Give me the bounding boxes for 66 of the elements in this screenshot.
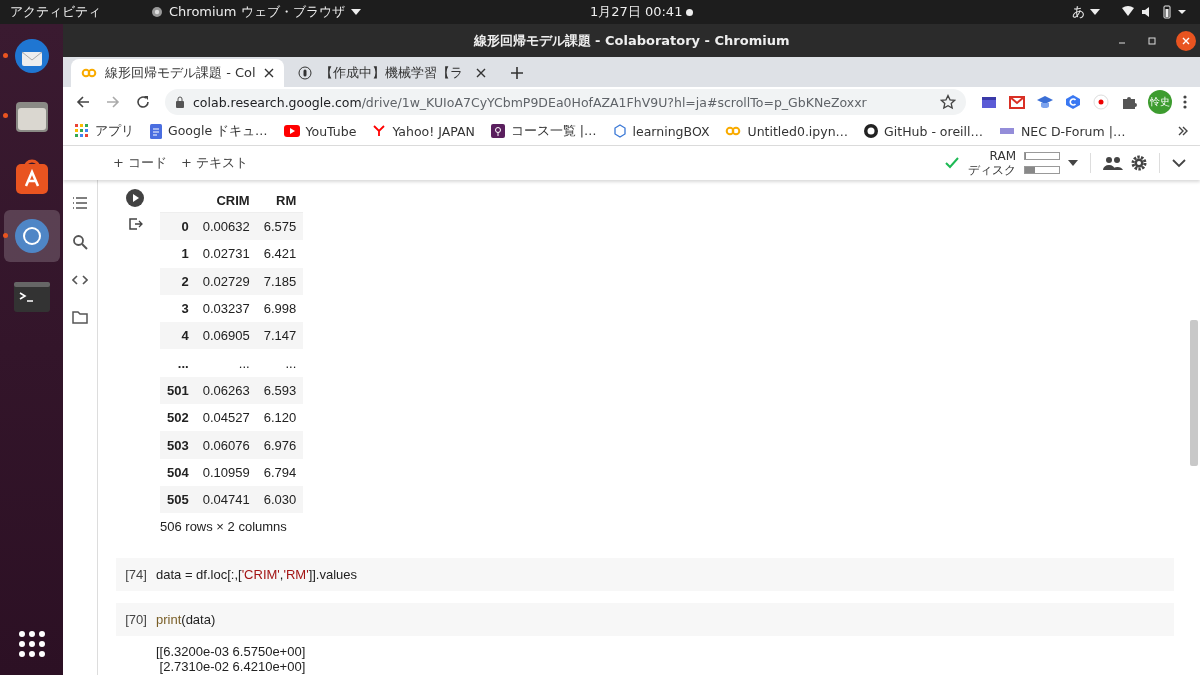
table-cell: 6.794 [256,458,304,486]
row-index: 2 [160,267,196,295]
output-line: [2.7310e-02 6.4210e+00] [158,659,307,675]
bookmark[interactable]: Untitled0.ipyn… [725,123,849,139]
table-summary: 506 rows × 2 columns [160,519,288,535]
browser-tab[interactable]: 【作成中】機械学習【ラ [287,59,496,87]
table-cell: 7.185 [256,267,304,295]
add-code-button[interactable]: + コード [109,152,172,174]
bookmark[interactable]: Yahoo! JAPAN [372,123,475,139]
row-index: 504 [160,458,196,486]
table-cell: 6.998 [256,294,304,323]
table-cell: 0.03237 [195,294,257,323]
table-cell: 0.06263 [195,376,257,405]
table-cell: 0.10959 [195,458,257,486]
table-cell: 7.147 [256,322,304,350]
table-cell: 6.030 [256,485,304,514]
row-index: 3 [160,294,196,323]
address-bar[interactable]: colab.research.google.com/drive/1w_KUIoA7CyYCbmP9DEa0HofAZA1FhV9U?hl=ja#scrollTo=p_GbKNeZoxxr [165,89,966,115]
table-cell: 0.04527 [195,404,257,432]
add-text-button[interactable]: + テキスト [177,152,253,174]
app-menu[interactable]: Chromium ウェブ・ブラウザ [151,3,361,21]
table-cell: ... [256,349,304,377]
table-cell: 6.421 [256,240,304,268]
bookmark[interactable]: GitHub - oreill… [864,123,983,139]
table-cell: 0.00632 [195,212,257,241]
table-cell: 0.06076 [195,431,257,459]
profile-avatar[interactable]: 怜史 [1148,90,1172,114]
row-index: 503 [160,431,196,459]
code-cell[interactable]: [74] data = df.loc[:,['CRIM','RM']].values [116,558,1174,592]
bookmark[interactable]: learningBOX [612,123,710,139]
table-cell: 0.02731 [195,240,257,268]
window-title: 線形回帰モデル課題 - Colaboratory - Chromium [473,31,790,50]
activities-button[interactable]: アクティビティ [10,3,101,21]
table-cell: 0.06905 [195,322,257,350]
input-method[interactable]: あ [1072,3,1085,21]
code-line: data = df.loc[:,['CRIM','RM']].values [156,567,358,583]
column-header: CRIM [195,188,257,213]
row-index: 505 [160,485,196,514]
code-line: print(data) [156,612,216,628]
output-line: [[6.3200e-03 6.5750e+00] [156,644,307,660]
table-cell: 6.120 [256,404,304,432]
clock[interactable]: 1月27日 00:41 [590,3,683,21]
browser-tab[interactable]: 線形回帰モデル課題 - Col [71,59,284,87]
bookmark[interactable]: アプリ [75,122,134,140]
bookmark[interactable]: YouTube [283,123,357,139]
column-header: RM [256,188,304,213]
row-index: 501 [160,376,196,405]
table-cell: ... [195,349,257,377]
bookmark[interactable]: NEC D-Forum |… [999,123,1126,139]
bookmark[interactable]: コース一覧 |… [490,122,597,140]
code-cell[interactable]: [70] print(data) [116,603,1174,637]
table-cell: 6.976 [256,431,304,459]
bookmark[interactable]: Google ドキュ… [150,122,268,140]
table-cell: 0.04741 [195,485,257,514]
row-index: ... [160,349,196,377]
ram-label: RAM [989,149,1016,163]
table-cell: 6.575 [256,212,304,241]
disk-label: ディスク [968,163,1016,177]
table-cell: 0.02729 [195,267,257,295]
execution-count: [70] [124,612,148,628]
row-index: 0 [160,212,196,241]
execution-count: [74] [124,567,148,583]
table-cell: 6.593 [256,376,304,405]
row-index: 1 [160,240,196,268]
row-index: 502 [160,404,196,432]
row-index: 4 [160,322,196,350]
